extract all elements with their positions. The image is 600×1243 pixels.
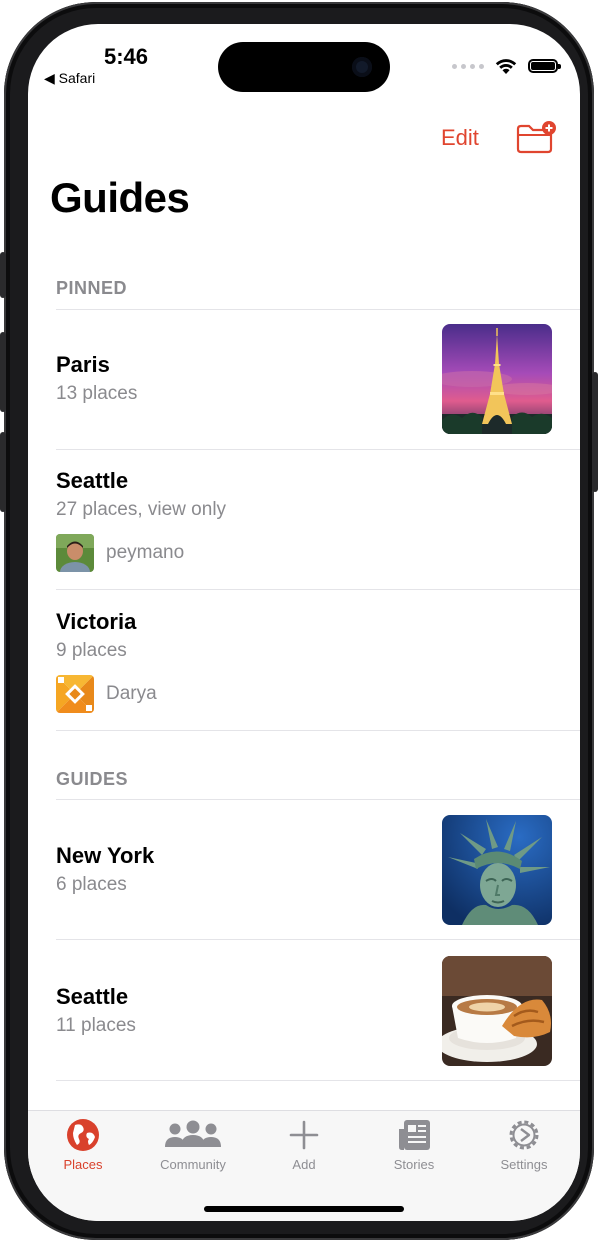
edit-button[interactable]: Edit (441, 125, 479, 151)
guide-subtitle: 6 places (56, 874, 127, 895)
tab-add[interactable]: Add (249, 1117, 359, 1172)
guide-subtitle: 11 places (56, 1015, 136, 1036)
avatar (56, 534, 94, 572)
divider (56, 589, 580, 590)
tab-label: Stories (393, 1157, 435, 1172)
tab-community[interactable]: Community (138, 1117, 248, 1172)
divider (56, 449, 580, 450)
volume-down-button (0, 432, 6, 512)
tab-stories[interactable]: Stories (359, 1117, 469, 1172)
guide-name: Victoria (56, 609, 137, 634)
people-icon (165, 1120, 221, 1147)
volume-up-button (0, 332, 6, 412)
guide-owner: Darya (56, 675, 157, 713)
guide-name: Seattle (56, 984, 129, 1009)
guide-subtitle: 27 places, view only (56, 499, 227, 520)
tab-label: Places (63, 1157, 103, 1172)
dynamic-island (218, 42, 390, 92)
divider (56, 799, 580, 800)
avatar (56, 675, 94, 713)
tab-settings[interactable]: Settings (469, 1117, 579, 1172)
guide-subtitle: 13 places (56, 383, 138, 404)
status-time: 5:46 (104, 44, 149, 69)
power-button (592, 372, 598, 492)
coffee-croissant-thumbnail (442, 956, 552, 1066)
divider (56, 1080, 580, 1081)
divider (56, 730, 580, 731)
eiffel-tower-thumbnail (442, 324, 552, 434)
guide-name: Paris (56, 352, 110, 377)
owner-name: Darya (106, 683, 157, 704)
tab-label: Add (292, 1157, 316, 1172)
guide-name: New York (56, 843, 155, 868)
divider (56, 939, 580, 940)
cellular-dots-icon (452, 63, 484, 69)
tab-label: Settings (500, 1157, 548, 1172)
guide-subtitle: 9 places (56, 640, 127, 661)
folder-plus-icon (516, 121, 556, 154)
section-header-pinned: PINNED (56, 278, 128, 298)
phone-frame: 5:46 ◀ Safari Edit Guides PINNED Paris 1… (0, 2, 598, 1240)
wifi-icon (495, 59, 517, 74)
section-header-guides: GUIDES (56, 769, 129, 789)
battery-icon (528, 59, 561, 73)
action-button (0, 252, 6, 298)
guide-owner: peymano (56, 534, 184, 572)
tab-bar: Places Community Add Stories Settings (28, 1110, 580, 1221)
statue-of-liberty-thumbnail (442, 815, 552, 925)
screen: 5:46 ◀ Safari Edit Guides PINNED Paris 1… (28, 24, 580, 1221)
gear-icon (509, 1120, 539, 1150)
newspaper-icon (399, 1120, 430, 1150)
plus-icon (289, 1120, 319, 1150)
globe-icon (67, 1119, 99, 1151)
back-to-safari[interactable]: ◀ Safari (44, 70, 95, 87)
tab-places[interactable]: Places (28, 1117, 138, 1172)
owner-name: peymano (106, 542, 185, 563)
home-indicator (204, 1206, 404, 1212)
divider (56, 309, 580, 310)
page-title: Guides (50, 174, 190, 221)
status-indicators (452, 54, 561, 78)
new-folder-button[interactable] (516, 121, 558, 160)
tab-label: Community (160, 1157, 226, 1172)
guide-name: Seattle (56, 468, 129, 493)
